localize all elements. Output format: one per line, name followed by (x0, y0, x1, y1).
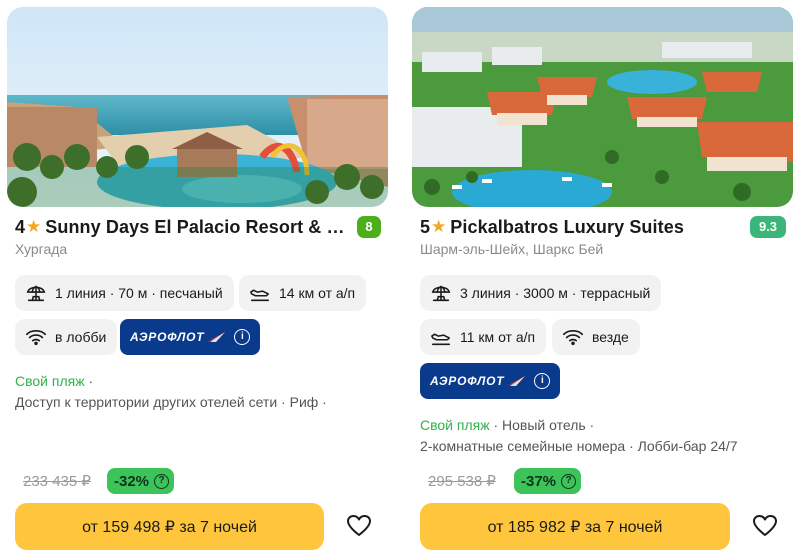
question-icon[interactable]: ? (154, 473, 170, 489)
hotel-card[interactable]: 4 ★ Sunny Days El Palacio Resort & Spa 8… (7, 0, 395, 555)
discount-value: -32% (114, 472, 150, 490)
hotel-features: Свой пляж · Новый отель · 2-комнатные се… (420, 415, 738, 457)
hotel-stars: 5 (420, 216, 431, 237)
wifi-icon (25, 326, 47, 348)
airline-name: АЭРОФЛОТ (130, 330, 205, 344)
beach-info: 3 линия · 3000 м · террасный (460, 285, 651, 301)
feature-own-beach: Свой пляж (15, 373, 85, 389)
aeroflot-wing-icon (207, 332, 226, 342)
aeroflot-wing-icon (507, 376, 526, 386)
question-icon[interactable]: ? (561, 473, 577, 489)
hotel-title-row[interactable]: 4 ★ Sunny Days El Palacio Resort & Spa (15, 215, 395, 239)
star-icon: ★ (26, 217, 42, 236)
beach-chip: 1 линия · 70 м · песчаный (15, 275, 234, 311)
hotel-card[interactable]: 5 ★ Pickalbatros Luxury Suites 9.3 Шарм-… (412, 0, 800, 555)
airport-distance: 14 км от а/п (279, 285, 356, 301)
airline-badge[interactable]: АЭРОФЛОТ i (120, 319, 261, 355)
wifi-chip: в лобби (15, 319, 118, 355)
discount-value: -37% (521, 472, 557, 490)
hotel-location: Хургада (15, 241, 68, 257)
feature-separator: · (84, 373, 94, 389)
hotel-name[interactable]: Sunny Days El Palacio Resort & Spa (45, 217, 350, 238)
discount-badge[interactable]: -37% ? (514, 468, 582, 494)
hotel-title-row[interactable]: 5 ★ Pickalbatros Luxury Suites (420, 215, 800, 239)
rating-badge: 9.3 (750, 216, 786, 238)
info-icon[interactable]: i (234, 329, 251, 345)
old-price: 233 435 ₽ (23, 473, 91, 490)
beach-umbrella-icon (430, 282, 452, 304)
star-icon: ★ (431, 217, 447, 236)
discount-badge[interactable]: -32% ? (107, 468, 175, 494)
hotel-photo[interactable] (7, 7, 388, 207)
airline-name: АЭРОФЛОТ (430, 374, 505, 388)
wifi-info: в лобби (55, 329, 107, 345)
airline-badge[interactable]: АЭРОФЛОТ i (420, 363, 561, 399)
airport-chip: 14 км от а/п (239, 275, 367, 311)
feature-own-beach: Свой пляж (420, 417, 490, 433)
wifi-chip: везде (552, 319, 640, 355)
beach-chip: 3 линия · 3000 м · террасный (420, 275, 662, 311)
beach-umbrella-icon (25, 282, 47, 304)
hotel-stars: 4 (15, 216, 26, 237)
hotel-location: Шарм-эль-Шейх, Шаркс Бей (420, 241, 604, 257)
wifi-icon (562, 326, 584, 348)
hotel-name[interactable]: Pickalbatros Luxury Suites (450, 217, 684, 238)
feature-line: Доступ к территории других отелей сети ·… (15, 394, 327, 410)
feature-separator: · Новый отель · (489, 417, 595, 433)
heart-icon[interactable] (346, 514, 372, 538)
price-button[interactable]: от 159 498 ₽ за 7 ночей (15, 503, 324, 550)
price-button[interactable]: от 185 982 ₽ за 7 ночей (420, 503, 730, 550)
hotel-features: Свой пляж · Доступ к территории других о… (15, 371, 327, 413)
old-price: 295 538 ₽ (428, 473, 496, 490)
feature-line: 2-комнатные семейные номера · Лобби-бар … (420, 438, 738, 454)
rating-badge: 8 (357, 216, 381, 238)
heart-icon[interactable] (752, 514, 778, 538)
info-icon[interactable]: i (534, 373, 551, 389)
airport-chip: 11 км от а/п (420, 319, 547, 355)
beach-info: 1 линия · 70 м · песчаный (55, 285, 223, 301)
plane-landing-icon (249, 282, 271, 304)
hotel-photo[interactable] (412, 7, 793, 207)
airport-distance: 11 км от а/п (460, 329, 536, 345)
plane-landing-icon (430, 326, 452, 348)
wifi-info: везде (592, 329, 629, 345)
